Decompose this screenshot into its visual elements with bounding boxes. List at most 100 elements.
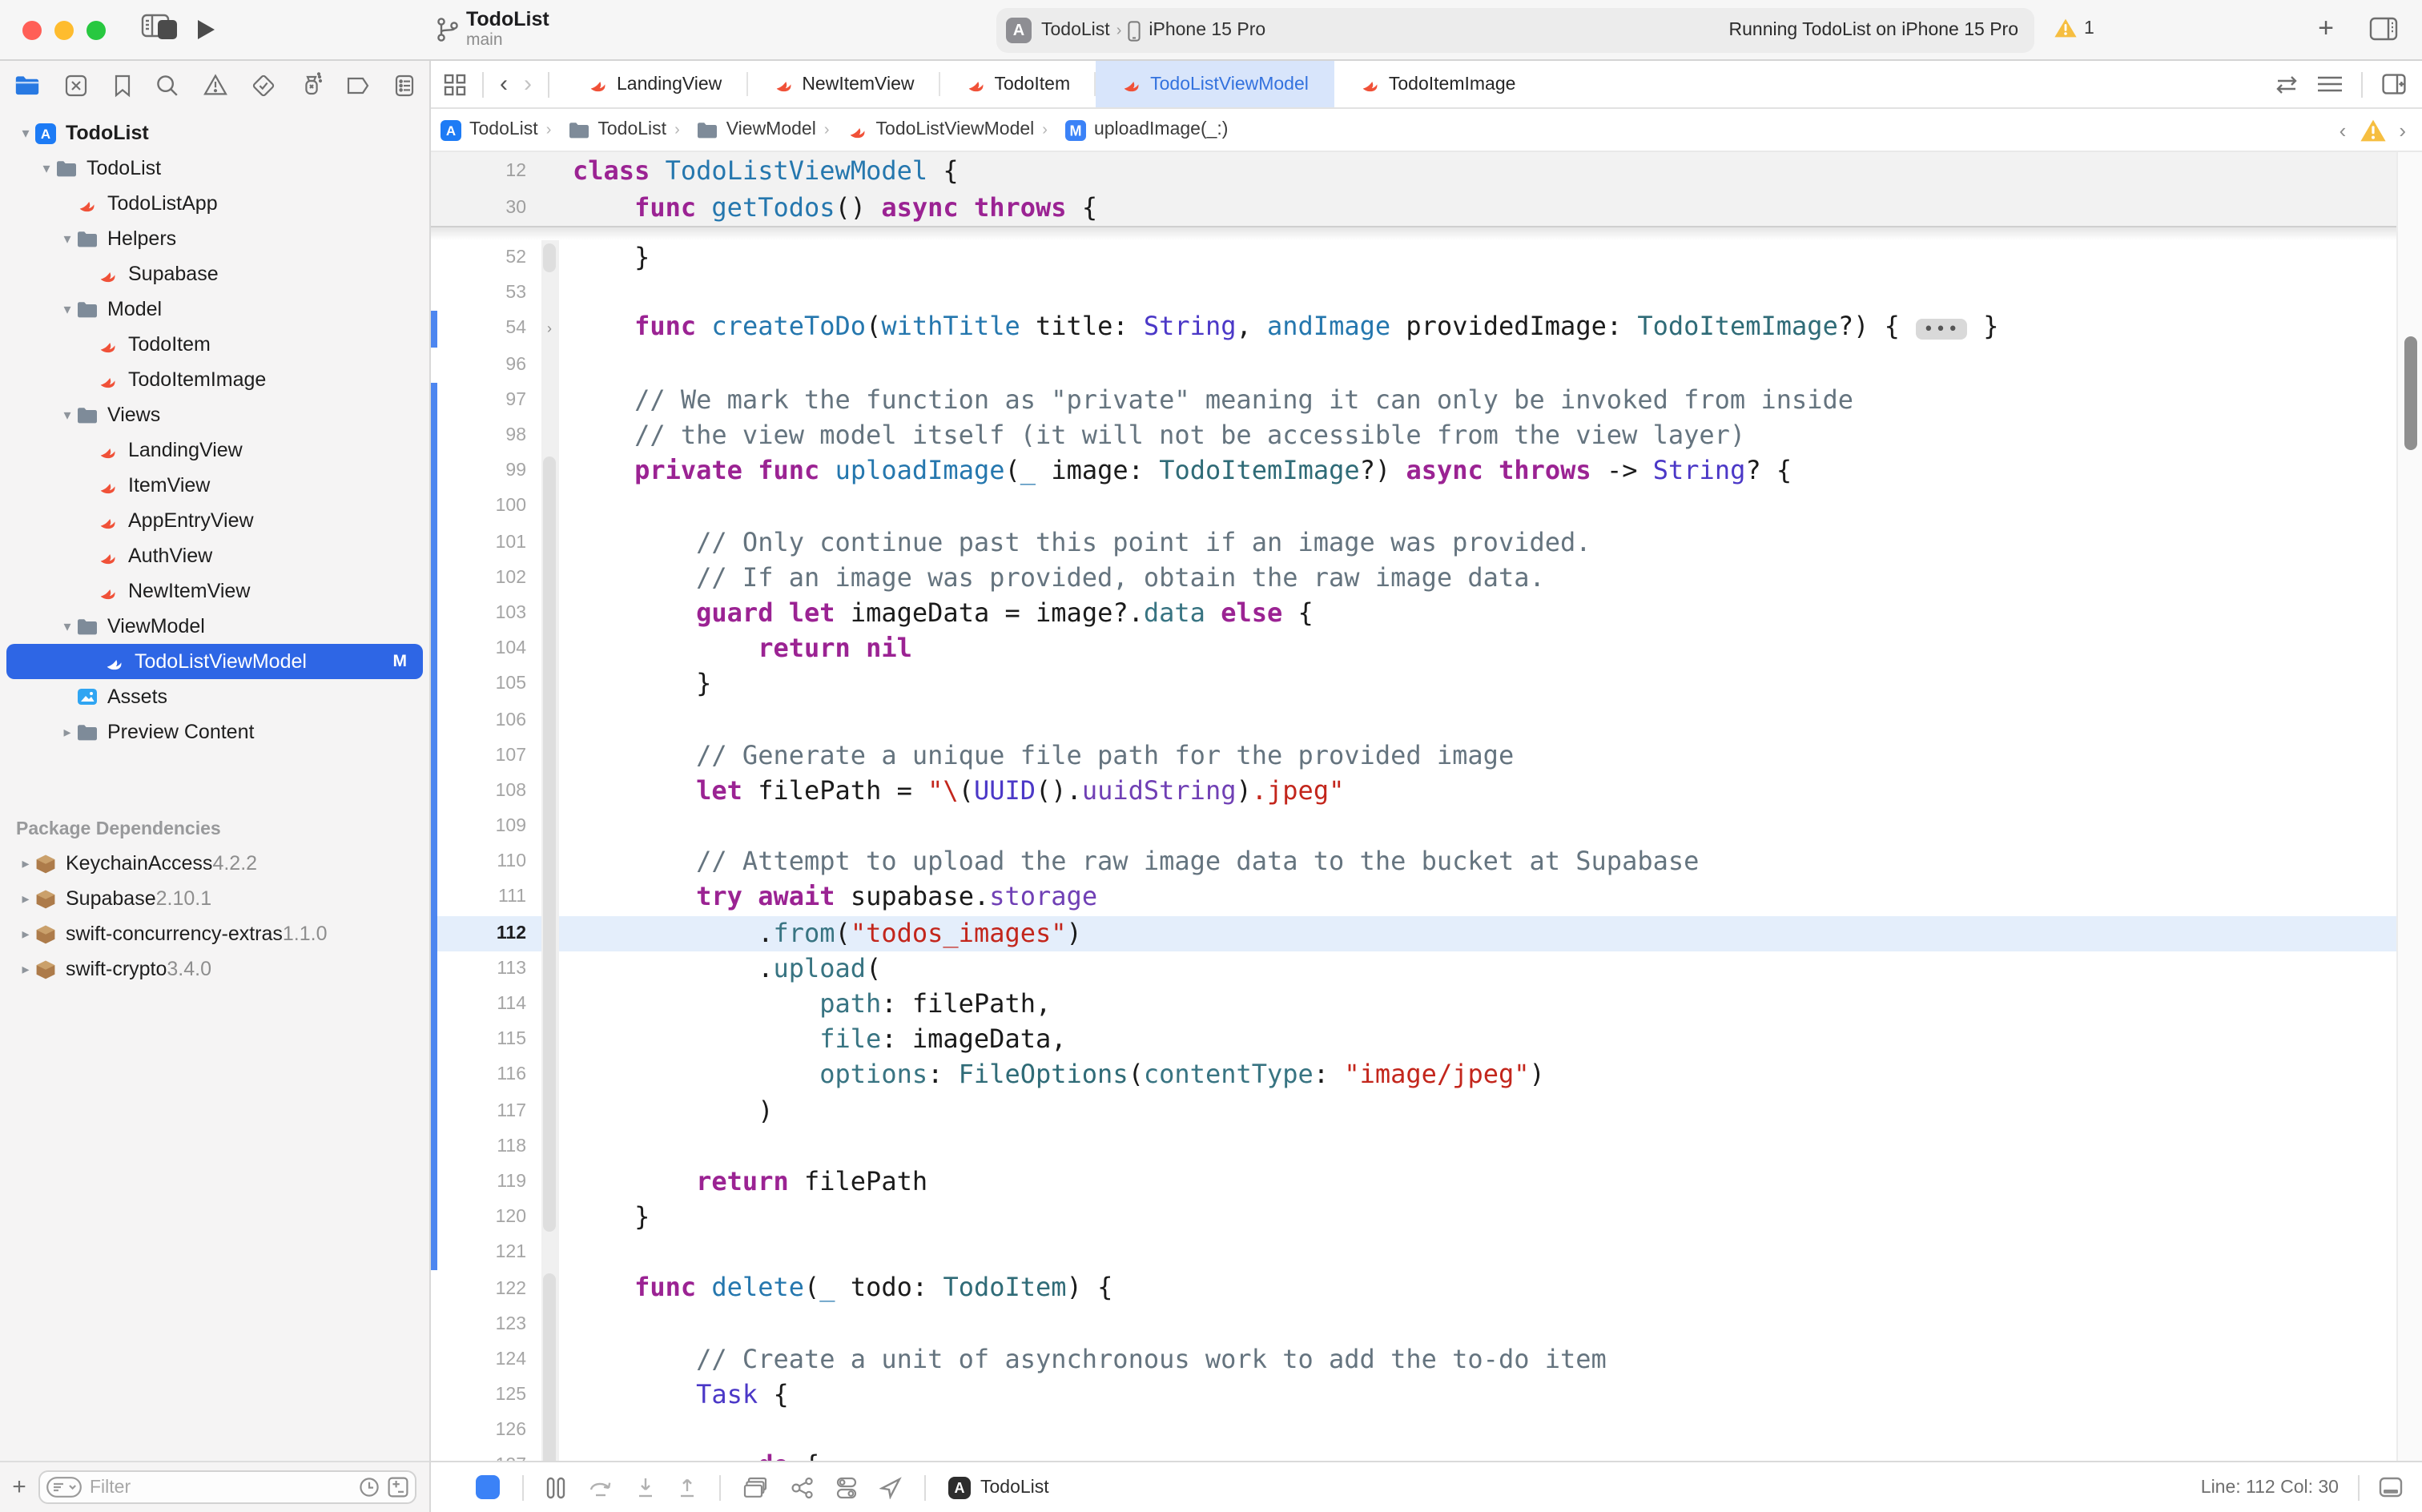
line-number[interactable]: 118 bbox=[437, 1137, 541, 1156]
tab-newitemview[interactable]: NewItemView bbox=[747, 61, 939, 107]
line-number[interactable]: 99 bbox=[437, 461, 541, 481]
sidebar-item-assets[interactable]: Assets bbox=[0, 679, 429, 714]
code-line-125[interactable]: 125 Task { bbox=[431, 1377, 2422, 1413]
code-line-105[interactable]: 105 } bbox=[431, 667, 2422, 702]
code-line-114[interactable]: 114 path: filePath, bbox=[431, 987, 2422, 1022]
disclosure-chevron-icon[interactable]: ▸ bbox=[16, 960, 35, 978]
line-number[interactable]: 105 bbox=[437, 675, 541, 694]
line-number[interactable]: 116 bbox=[437, 1066, 541, 1085]
add-editor-icon[interactable] bbox=[2382, 74, 2406, 94]
sidebar-item-todolistviewmodel[interactable]: TodoListViewModelM bbox=[6, 644, 423, 679]
code-line-118[interactable]: 118 bbox=[431, 1128, 2422, 1164]
breadcrumb-item-todolist[interactable]: ATodoList bbox=[441, 119, 538, 140]
disclosure-chevron-icon[interactable]: ▾ bbox=[58, 406, 77, 424]
line-number[interactable]: 117 bbox=[437, 1101, 541, 1120]
navigator-tab-search[interactable] bbox=[155, 73, 179, 97]
toggle-right-sidebar-icon[interactable] bbox=[2369, 15, 2400, 41]
swap-editor-icon[interactable] bbox=[2275, 74, 2299, 94]
navigator-tab-errors[interactable] bbox=[65, 73, 89, 97]
line-number[interactable]: 54 bbox=[437, 320, 541, 339]
breadcrumb-item-todolist[interactable]: TodoList bbox=[569, 120, 666, 139]
code-line-123[interactable]: 123 bbox=[431, 1306, 2422, 1341]
code-line-120[interactable]: 120 } bbox=[431, 1200, 2422, 1235]
sidebar-item-todolist[interactable]: ▾ATodoList bbox=[0, 115, 429, 151]
zoom-window-button[interactable] bbox=[86, 21, 106, 40]
sidebar-item-todoitemimage[interactable]: TodoItemImage bbox=[0, 362, 429, 397]
sidebar-item-todoitem[interactable]: TodoItem bbox=[0, 327, 429, 362]
sidebar-item-model[interactable]: ▾Model bbox=[0, 292, 429, 327]
line-number[interactable]: 123 bbox=[437, 1314, 541, 1333]
code-line-104[interactable]: 104 return nil bbox=[431, 631, 2422, 666]
sidebar-item-newitemview[interactable]: NewItemView bbox=[0, 573, 429, 609]
code-line-99[interactable]: 99 private func uploadImage(_ image: Tod… bbox=[431, 453, 2422, 489]
line-number[interactable]: 98 bbox=[437, 426, 541, 445]
disclosure-chevron-icon[interactable]: ▾ bbox=[16, 124, 35, 142]
line-number[interactable]: 108 bbox=[437, 782, 541, 801]
disclosure-chevron-icon[interactable]: ▾ bbox=[58, 230, 77, 247]
code-line-102[interactable]: 102 // If an image was provided, obtain … bbox=[431, 560, 2422, 595]
code-line-124[interactable]: 124 // Create a unit of asynchronous wor… bbox=[431, 1342, 2422, 1377]
code-line-101[interactable]: 101 // Only continue past this point if … bbox=[431, 525, 2422, 560]
new-tab-button[interactable]: + bbox=[2318, 14, 2334, 42]
code-line-106[interactable]: 106 bbox=[431, 702, 2422, 738]
activity-view[interactable]: A TodoList › iPhone 15 Pro Running TodoL… bbox=[996, 8, 2034, 53]
disclosure-chevron-icon[interactable]: ▾ bbox=[37, 159, 56, 177]
line-number[interactable]: 102 bbox=[437, 569, 541, 588]
line-number[interactable]: 122 bbox=[437, 1279, 541, 1298]
line-number[interactable]: 120 bbox=[437, 1208, 541, 1227]
package-item-keychainaccess[interactable]: ▸KeychainAccess 4.2.2 bbox=[0, 846, 429, 881]
dock-debug-area-icon[interactable] bbox=[2379, 1477, 2403, 1498]
code-line-98[interactable]: 98 // the view model itself (it will not… bbox=[431, 418, 2422, 453]
stop-button[interactable] bbox=[157, 19, 178, 48]
line-number[interactable]: 104 bbox=[437, 639, 541, 658]
sidebar-item-helpers[interactable]: ▾Helpers bbox=[0, 221, 429, 256]
previous-issue-button[interactable]: ‹ bbox=[2340, 118, 2347, 142]
code-line-117[interactable]: 117 ) bbox=[431, 1093, 2422, 1128]
line-number[interactable]: 53 bbox=[437, 284, 541, 304]
line-number[interactable]: 101 bbox=[437, 533, 541, 552]
line-number[interactable]: 125 bbox=[437, 1385, 541, 1405]
folded-code-pill[interactable]: ••• bbox=[1915, 320, 1968, 340]
source-control-status-icon[interactable] bbox=[388, 1477, 408, 1498]
line-number[interactable]: 103 bbox=[437, 604, 541, 623]
code-fold-disclosure-icon[interactable]: › bbox=[541, 312, 558, 347]
tab-landingview[interactable]: LandingView bbox=[562, 61, 747, 107]
tab-todolistviewmodel[interactable]: TodoListViewModel bbox=[1096, 61, 1334, 107]
line-number[interactable]: 121 bbox=[437, 1244, 541, 1263]
line-number[interactable]: 124 bbox=[437, 1350, 541, 1369]
sidebar-item-views[interactable]: ▾Views bbox=[0, 397, 429, 432]
line-number[interactable]: 111 bbox=[437, 888, 541, 907]
line-number[interactable]: 110 bbox=[437, 853, 541, 872]
navigator-tab-bookmark[interactable] bbox=[113, 73, 131, 97]
line-number[interactable]: 106 bbox=[437, 710, 541, 730]
scheme-name[interactable]: TodoList bbox=[1041, 21, 1110, 40]
disclosure-chevron-icon[interactable]: ▸ bbox=[16, 925, 35, 943]
code-line-53[interactable]: 53 bbox=[431, 275, 2422, 311]
line-number[interactable]: 30 bbox=[437, 198, 541, 217]
code-line-54[interactable]: 54› func createToDo(withTitle title: Str… bbox=[431, 312, 2422, 347]
tab-todoitem[interactable]: TodoItem bbox=[940, 61, 1096, 107]
simulate-location-icon[interactable] bbox=[879, 1476, 902, 1498]
line-number[interactable]: 114 bbox=[437, 995, 541, 1014]
breadcrumb-item-viewmodel[interactable]: ViewModel bbox=[698, 120, 816, 139]
disclosure-chevron-icon[interactable]: ▸ bbox=[58, 723, 77, 741]
line-number[interactable]: 107 bbox=[437, 746, 541, 765]
recent-files-clock-icon[interactable] bbox=[359, 1477, 380, 1498]
navigator-tab-reports[interactable] bbox=[394, 73, 415, 97]
sidebar-item-viewmodel[interactable]: ▾ViewModel bbox=[0, 609, 429, 644]
line-number[interactable]: 97 bbox=[437, 391, 541, 410]
disclosure-chevron-icon[interactable]: ▾ bbox=[58, 617, 77, 635]
filter-menu-icon[interactable] bbox=[46, 1477, 82, 1498]
disclosure-chevron-icon[interactable]: ▸ bbox=[16, 855, 35, 872]
code-line-52[interactable]: 52 } bbox=[431, 240, 2422, 275]
close-window-button[interactable] bbox=[22, 21, 42, 40]
sidebar-item-authview[interactable]: AuthView bbox=[0, 538, 429, 573]
code-line-107[interactable]: 107 // Generate a unique file path for t… bbox=[431, 738, 2422, 773]
code-line-108[interactable]: 108 let filePath = "\(UUID().uuidString)… bbox=[431, 774, 2422, 809]
editor-options-icon[interactable] bbox=[2318, 75, 2342, 93]
code-line-122[interactable]: 122 func delete(_ todo: TodoItem) { bbox=[431, 1271, 2422, 1306]
next-issue-button[interactable]: › bbox=[2399, 118, 2406, 142]
code-line-30[interactable]: 30 func getTodos() async throws { bbox=[431, 189, 2422, 226]
tab-todoitemimage[interactable]: TodoItemImage bbox=[1334, 61, 1542, 107]
disclosure-chevron-icon[interactable]: ▾ bbox=[58, 300, 77, 318]
